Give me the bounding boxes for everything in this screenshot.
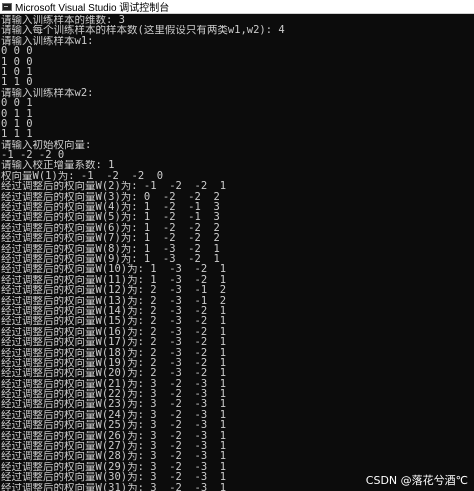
console-line: 经过调整后的权向量W(22)为: 3 -2 -3 1 xyxy=(1,389,227,400)
console-line: 经过调整后的权向量W(12)为: 2 -3 -1 2 xyxy=(1,285,227,296)
console-line: 请输入训练样本的维数: 3 xyxy=(1,15,125,26)
console-line: 经过调整后的权向量W(2)为: -1 -2 -2 1 xyxy=(1,181,227,192)
console-line: 经过调整后的权向量W(19)为: 2 -3 -2 1 xyxy=(1,357,227,369)
console-output[interactable]: 请输入训练样本的维数: 3 请输入每个训练样本的样本数(这里假设只有两类w1,w2… xyxy=(1,15,474,491)
window-title: Microsoft Visual Studio 调试控制台 xyxy=(15,3,170,14)
csdn-watermark: CSDN @落花兮酒℃ xyxy=(365,474,468,487)
console-line: -1 -2 -2 0 xyxy=(1,150,65,161)
console-line: 经过调整后的权向量W(7)为: 1 -2 -2 2 xyxy=(1,233,220,244)
console-line: 1 0 1 xyxy=(1,66,33,78)
console-line: 经过调整后的权向量W(28)为: 3 -2 -3 1 xyxy=(1,451,227,462)
console-line: 经过调整后的权向量W(4)为: 1 -2 -1 3 xyxy=(1,202,220,213)
console-line: 1 0 0 xyxy=(1,56,33,67)
console-line: 经过调整后的权向量W(16)为: 2 -3 -2 1 xyxy=(1,326,227,338)
console-line: 经过调整后的权向量W(21)为: 3 -2 -3 1 xyxy=(1,378,227,390)
console-app-icon xyxy=(2,2,12,11)
console-line: 经过调整后的权向量W(27)为: 3 -2 -3 1 xyxy=(1,441,227,452)
console-line: 0 1 0 xyxy=(1,118,33,130)
console-line: 1 1 1 xyxy=(1,129,33,140)
console-line: 经过调整后的权向量W(14)为: 2 -3 -2 1 xyxy=(1,305,227,317)
console-window: Microsoft Visual Studio 调试控制台 请输入训练样本的维数… xyxy=(0,0,474,491)
console-line: 经过调整后的权向量W(15)为: 2 -3 -2 1 xyxy=(1,316,227,327)
console-line: 请输入校正增量系数: 1 xyxy=(1,160,115,171)
console-line: 经过调整后的权向量W(29)为: 3 -2 -3 1 xyxy=(1,461,227,473)
console-line: 权向量W(1)为: -1 -2 -2 0 xyxy=(1,170,164,182)
console-line: 请输入训练样本w2: xyxy=(1,87,94,99)
console-line: 经过调整后的权向量W(5)为: 1 -2 -1 3 xyxy=(1,212,220,223)
console-line: 经过调整后的权向量W(18)为: 2 -3 -2 1 xyxy=(1,347,227,358)
console-line: 经过调整后的权向量W(3)为: 0 -2 -2 2 xyxy=(1,191,220,203)
console-line: 经过调整后的权向量W(24)为: 3 -2 -3 1 xyxy=(1,409,227,421)
console-line: 请输入初始权向量: xyxy=(1,139,92,151)
console-line: 请输入训练样本w1: xyxy=(1,35,94,47)
console-line: 经过调整后的权向量W(10)为: 1 -3 -2 1 xyxy=(1,264,227,275)
console-line: 经过调整后的权向量W(8)为: 1 -3 -2 1 xyxy=(1,243,220,254)
console-line: 经过调整后的权向量W(17)为: 2 -3 -2 1 xyxy=(1,337,227,348)
console-line: 经过调整后的权向量W(26)为: 3 -2 -3 1 xyxy=(1,430,227,442)
console-line: 经过调整后的权向量W(11)为: 1 -3 -2 1 xyxy=(1,274,227,286)
console-line: 经过调整后的权向量W(20)为: 2 -3 -2 1 xyxy=(1,368,227,379)
title-bar[interactable]: Microsoft Visual Studio 调试控制台 xyxy=(0,0,474,14)
console-line: 0 1 1 xyxy=(1,108,33,119)
console-line: 经过调整后的权向量W(13)为: 2 -3 -1 2 xyxy=(1,295,227,306)
console-line: 1 1 0 xyxy=(1,77,33,88)
console-line: 请输入每个训练样本的样本数(这里假设只有两类w1,w2): 4 xyxy=(1,25,285,36)
console-line: 0 0 1 xyxy=(1,98,33,109)
console-line: 经过调整后的权向量W(6)为: 1 -2 -2 2 xyxy=(1,222,220,234)
console-line: 0 0 0 xyxy=(1,46,33,57)
console-line: 经过调整后的权向量W(25)为: 3 -2 -3 1 xyxy=(1,420,227,431)
console-line: 经过调整后的权向量W(9)为: 1 -3 -2 1 xyxy=(1,253,220,265)
console-line: 经过调整后的权向量W(23)为: 3 -2 -3 1 xyxy=(1,399,227,410)
